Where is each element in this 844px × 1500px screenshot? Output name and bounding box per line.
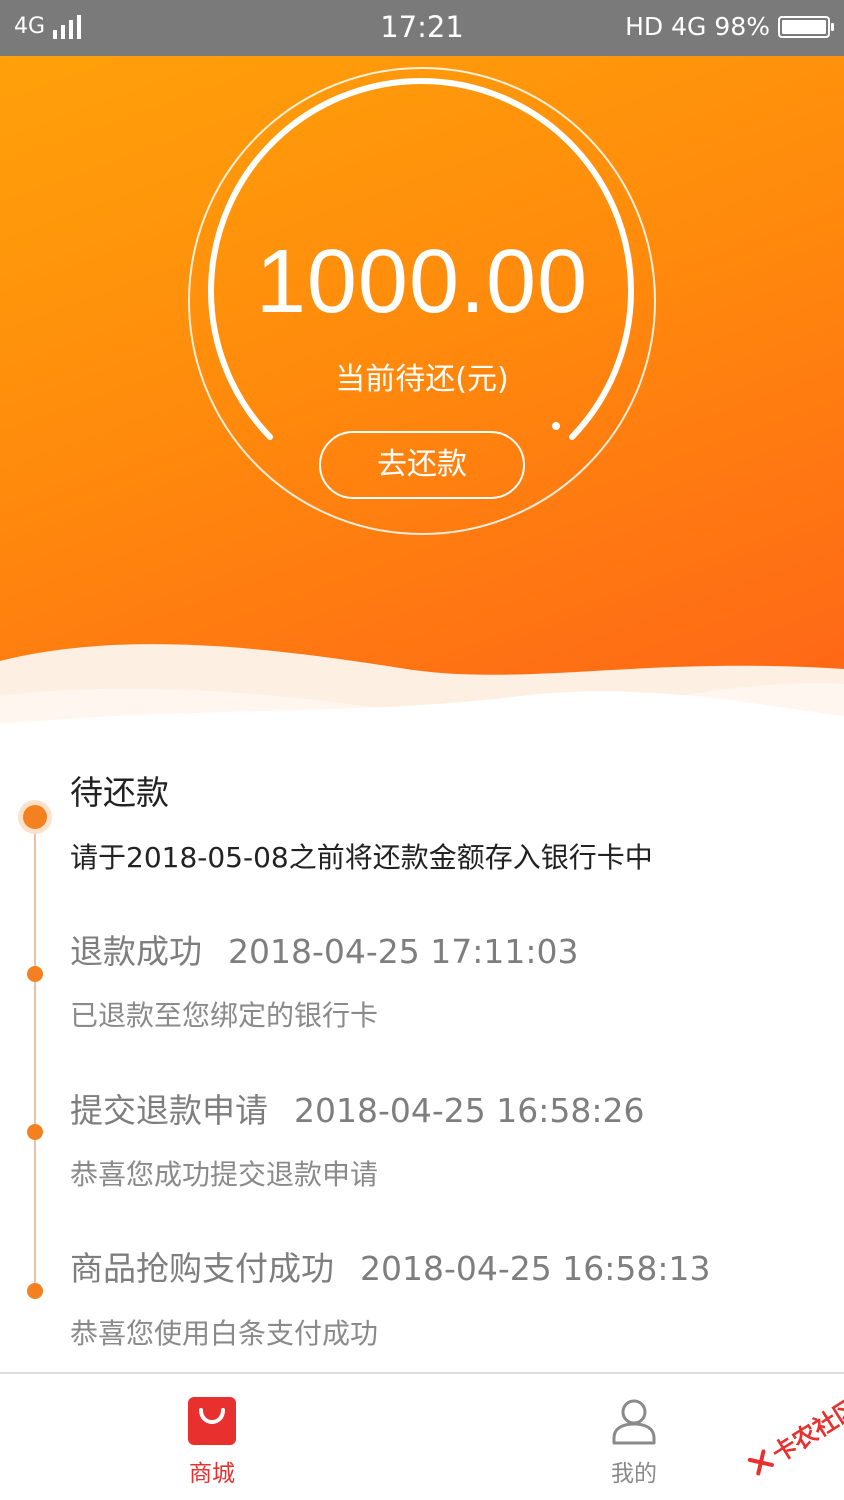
tab-mine-label: 我的 — [611, 1461, 657, 1487]
bottom-tab-bar: 商城 我的 — [0, 1372, 844, 1500]
pending-amount-label: 当前待还(元) — [335, 362, 509, 397]
timeline-item-title: 提交退款申请 — [70, 1091, 268, 1130]
timeline-item-title-row: 商品抢购支付成功 2018-04-25 16:58:13 — [70, 1242, 710, 1290]
shopping-bag-icon — [188, 1397, 236, 1445]
progress-dot-icon — [552, 422, 560, 430]
timeline-item-title-row: 退款成功 2018-04-25 17:11:03 — [70, 925, 578, 973]
user-icon — [612, 1399, 656, 1445]
timeline-dot — [27, 1283, 43, 1299]
timeline-line — [34, 813, 36, 1291]
tab-mall[interactable]: 商城 — [132, 1374, 292, 1500]
timeline-item-date: 2018-04-25 17:11:03 — [228, 932, 579, 971]
tab-mine[interactable]: 我的 — [554, 1374, 714, 1500]
status-bar: 4G 17:21 HD 4G 98% — [0, 0, 844, 56]
timeline-item-desc: 请于2018-05-08之前将还款金额存入银行卡中 — [70, 841, 653, 874]
repayment-hero: 1000.00 当前待还(元) 去还款 — [0, 56, 844, 726]
battery-icon — [778, 15, 834, 38]
timeline-item-desc: 已退款至您绑定的银行卡 — [70, 999, 379, 1032]
network-type-right: 4G — [671, 12, 707, 41]
status-right: HD 4G 98% — [625, 12, 834, 41]
timeline-dot — [27, 1124, 43, 1140]
tab-mall-label: 商城 — [189, 1461, 235, 1487]
pending-amount: 1000.00 — [255, 232, 589, 332]
repay-button[interactable]: 去还款 — [319, 431, 525, 499]
timeline-item-desc: 恭喜您成功提交退款申请 — [70, 1158, 379, 1191]
timeline-item-desc: 恭喜您使用白条支付成功 — [70, 1317, 379, 1350]
timeline-item-title: 商品抢购支付成功 — [70, 1249, 334, 1288]
battery-percent: 98% — [714, 12, 770, 41]
timeline-dot-active — [23, 805, 47, 829]
timeline-item-title: 待还款 — [70, 773, 169, 812]
hd-indicator: HD — [625, 12, 664, 41]
timeline-item-date: 2018-04-25 16:58:13 — [360, 1249, 711, 1288]
timeline-item-title-row: 提交退款申请 2018-04-25 16:58:26 — [70, 1084, 644, 1132]
timeline-item-title: 退款成功 — [70, 932, 202, 971]
timeline-dot — [27, 966, 43, 982]
timeline-item-date: 2018-04-25 16:58:26 — [294, 1091, 645, 1130]
